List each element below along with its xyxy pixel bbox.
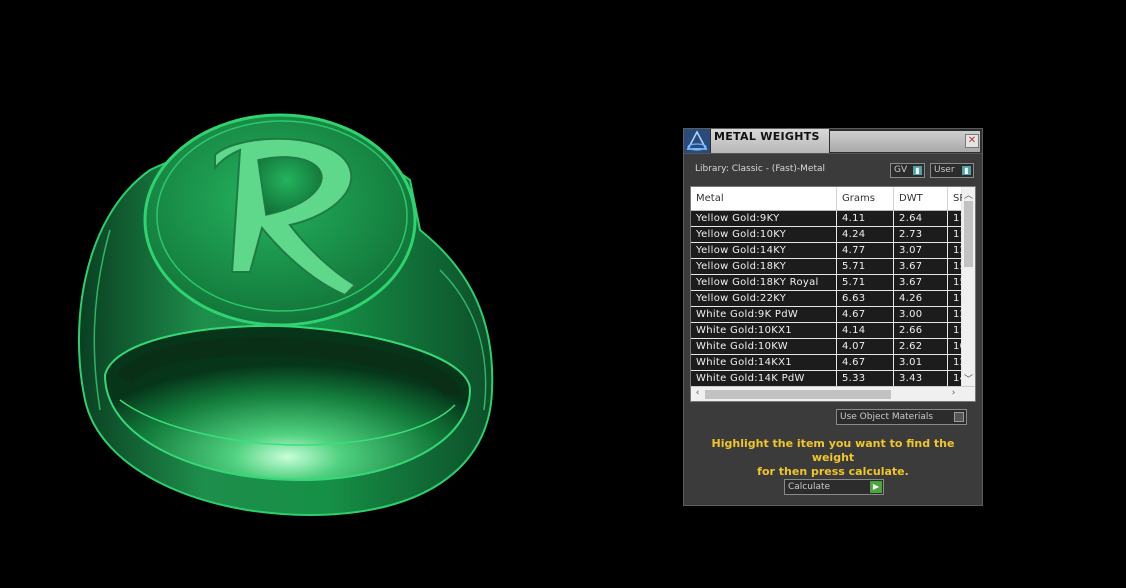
gv-indicator-icon: ▮ <box>913 166 922 175</box>
table-header: Metal Grams DWT SP <box>691 187 965 211</box>
table-cell: Yellow Gold:22KY <box>691 291 837 306</box>
table-cell: 3.00 <box>894 307 948 322</box>
user-indicator-icon: ▮ <box>962 166 971 175</box>
library-label: Library: Classic - (Fast)-Metal <box>695 164 826 174</box>
app-logo-icon <box>684 129 710 153</box>
calculate-label: Calculate <box>788 482 831 492</box>
user-label: User <box>934 165 955 175</box>
scroll-up-icon[interactable]: ︿ <box>962 188 975 201</box>
window-title: METAL WEIGHTS <box>714 130 820 143</box>
use-object-materials-toggle[interactable]: Use Object Materials <box>836 409 967 425</box>
horizontal-scrollbar[interactable]: ‹ › <box>691 386 975 401</box>
table-cell: White Gold:10KX1 <box>691 323 837 338</box>
table-cell: Yellow Gold:14KY <box>691 243 837 258</box>
user-button[interactable]: User ▮ <box>930 163 974 178</box>
table-cell: White Gold:14KX1 <box>691 355 837 370</box>
gv-label: GV <box>894 165 908 175</box>
scroll-right-icon[interactable]: › <box>947 388 960 398</box>
vertical-scroll-thumb[interactable] <box>964 201 973 267</box>
table-row[interactable]: White Gold:9K PdW 4.67 3.00 12 <box>691 307 966 322</box>
scroll-left-icon[interactable]: ‹ <box>691 388 704 398</box>
table-cell: White Gold:10KW <box>691 339 837 354</box>
3d-viewport[interactable] <box>0 0 680 588</box>
table-row[interactable]: Yellow Gold:18KY 5.71 3.67 15 <box>691 259 966 274</box>
table-cell: Yellow Gold:18KY <box>691 259 837 274</box>
close-icon[interactable]: ✕ <box>965 134 979 148</box>
table-row[interactable]: White Gold:14K PdW 5.33 3.43 14 <box>691 371 966 386</box>
metal-weights-panel: METAL WEIGHTS ✕ Library: Classic - (Fast… <box>683 128 983 506</box>
table-cell: 3.07 <box>894 243 948 258</box>
table-cell: 4.14 <box>837 323 894 338</box>
vertical-scrollbar[interactable]: ︿ ﹀ <box>962 187 975 386</box>
column-header-metal[interactable]: Metal <box>691 187 837 210</box>
table-cell: 4.67 <box>837 307 894 322</box>
table-cell: Yellow Gold:18KY Royal <box>691 275 837 290</box>
table-cell: 2.73 <box>894 227 948 242</box>
table-cell: 4.67 <box>837 355 894 370</box>
table-cell: 2.66 <box>894 323 948 338</box>
instructions-text: Highlight the item you want to find the … <box>694 437 972 479</box>
table-cell: 2.64 <box>894 211 948 226</box>
table-cell: 4.24 <box>837 227 894 242</box>
table-cell: 5.33 <box>837 371 894 386</box>
table-cell: 2.62 <box>894 339 948 354</box>
title-tab: METAL WEIGHTS <box>711 129 829 153</box>
table-cell: Yellow Gold:10KY <box>691 227 837 242</box>
scroll-down-icon[interactable]: ﹀ <box>962 372 975 385</box>
column-header-grams[interactable]: Grams <box>837 187 894 210</box>
table-row[interactable]: Yellow Gold:22KY 6.63 4.26 17 <box>691 291 966 306</box>
title-bar-fill <box>830 131 980 152</box>
metal-table[interactable]: Metal Grams DWT SP Yellow Gold:9KY 4.11 2.… <box>690 186 976 402</box>
horizontal-scroll-thumb[interactable] <box>705 390 891 399</box>
column-header-dwt[interactable]: DWT <box>894 187 948 210</box>
table-cell: 3.67 <box>894 275 948 290</box>
table-cell: 6.63 <box>837 291 894 306</box>
table-cell: Yellow Gold:9KY <box>691 211 837 226</box>
table-cell: 4.11 <box>837 211 894 226</box>
table-cell: 4.77 <box>837 243 894 258</box>
play-icon: ▶ <box>870 481 882 493</box>
table-row[interactable]: Yellow Gold:9KY 4.11 2.64 11 <box>691 211 966 226</box>
calculate-button[interactable]: Calculate ▶ <box>784 479 884 495</box>
table-cell: 4.07 <box>837 339 894 354</box>
table-row[interactable]: Yellow Gold:14KY 4.77 3.07 12 <box>691 243 966 258</box>
instructions-line-2: for then press calculate. <box>757 465 909 478</box>
table-cell: White Gold:9K PdW <box>691 307 837 322</box>
table-cell: 5.71 <box>837 275 894 290</box>
table-cell: 3.43 <box>894 371 948 386</box>
table-row[interactable]: White Gold:10KW 4.07 2.62 10 <box>691 339 966 354</box>
table-cell: 3.67 <box>894 259 948 274</box>
gv-button[interactable]: GV ▮ <box>890 163 925 178</box>
radio-icon <box>954 412 964 422</box>
table-cell: 3.01 <box>894 355 948 370</box>
table-cell: White Gold:14K PdW <box>691 371 837 386</box>
table-row[interactable]: White Gold:14KX1 4.67 3.01 12 <box>691 355 966 370</box>
table-row[interactable]: White Gold:10KX1 4.14 2.66 11 <box>691 323 966 338</box>
table-row[interactable]: Yellow Gold:10KY 4.24 2.73 11 <box>691 227 966 242</box>
table-row[interactable]: Yellow Gold:18KY Royal 5.71 3.67 15 <box>691 275 966 290</box>
instructions-line-1: Highlight the item you want to find the … <box>711 437 955 464</box>
use-object-materials-label: Use Object Materials <box>840 412 934 422</box>
table-cell: 4.26 <box>894 291 948 306</box>
table-cell: 5.71 <box>837 259 894 274</box>
ring-model <box>78 113 494 517</box>
title-bar[interactable]: METAL WEIGHTS ✕ <box>684 129 982 154</box>
